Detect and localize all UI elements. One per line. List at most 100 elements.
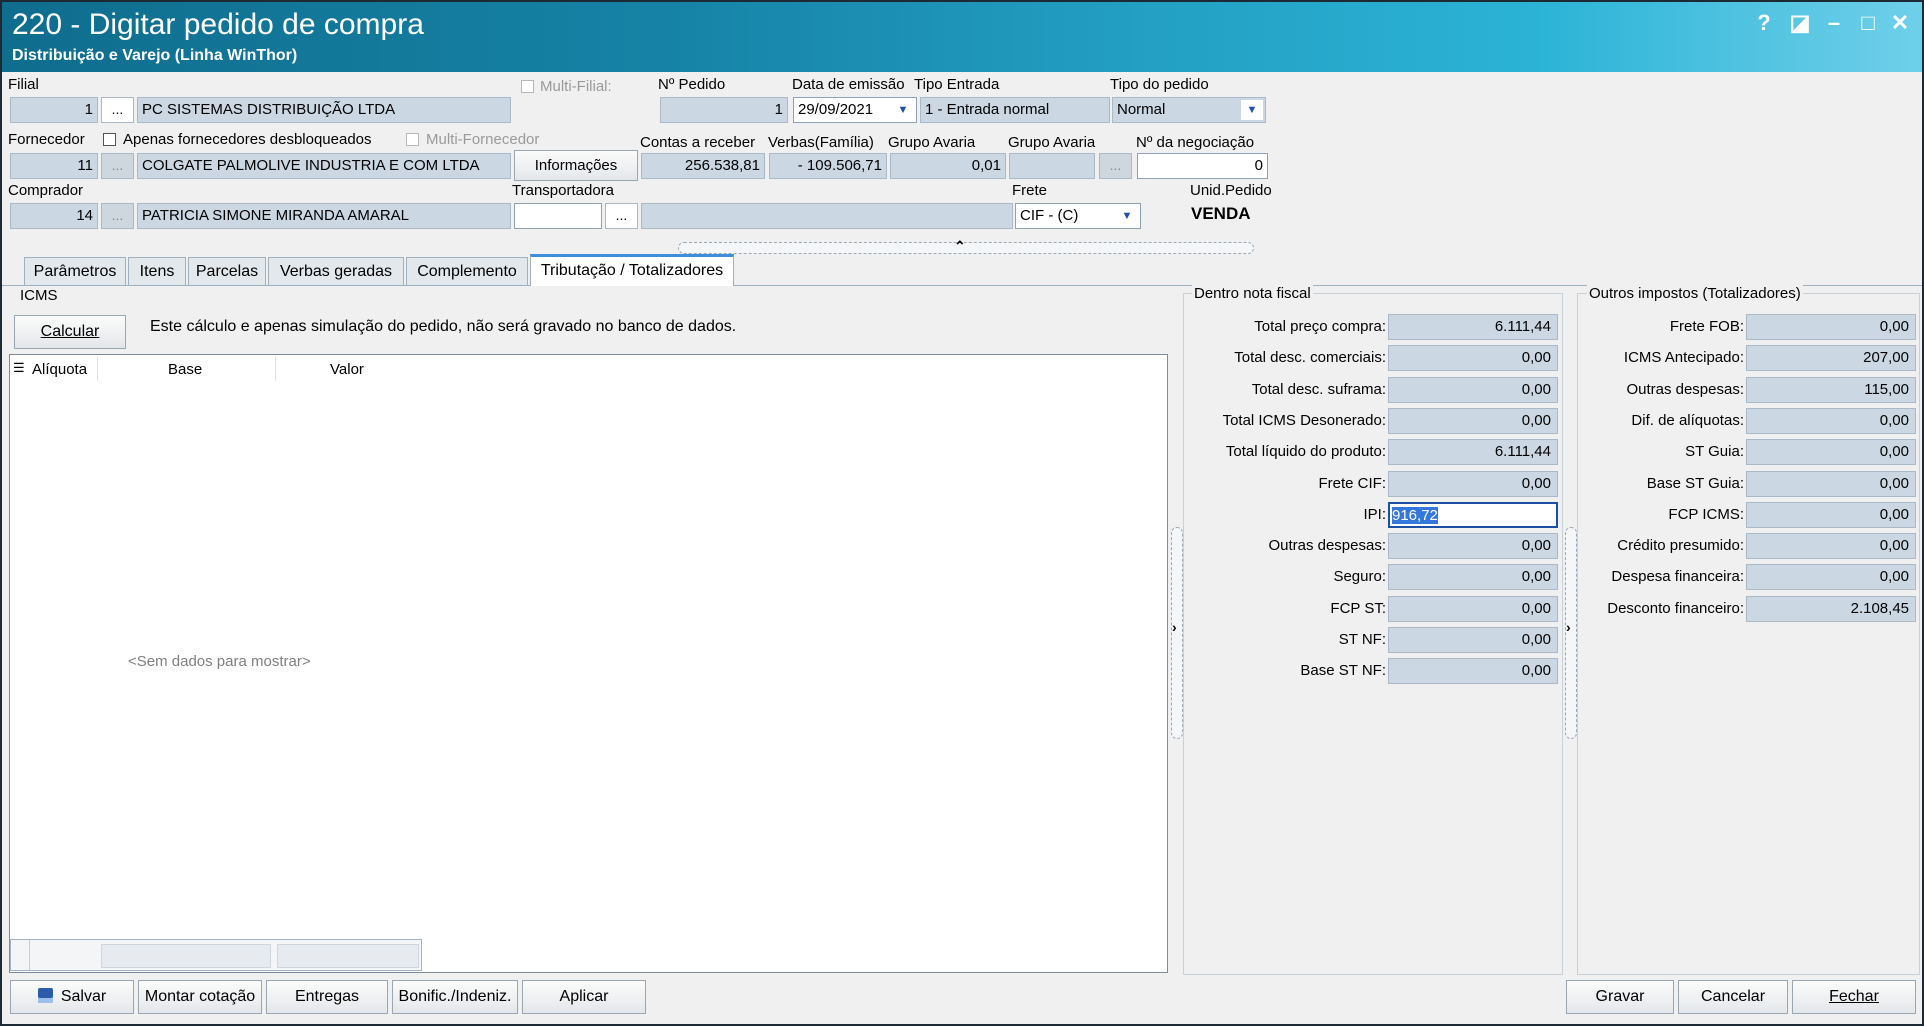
tipo-pedido-select[interactable]: Normal ▼: [1112, 97, 1266, 123]
help-icon[interactable]: ?: [1750, 10, 1778, 36]
multi-filial-label: Multi-Filial:: [540, 78, 612, 95]
dentro-nota-row-value[interactable]: 0,00: [1388, 533, 1558, 560]
outros-impostos-row-value[interactable]: 0,00: [1746, 407, 1916, 434]
restore-panel-icon[interactable]: ◪: [1786, 10, 1814, 36]
transportadora-code-field[interactable]: [514, 203, 602, 229]
tab-parcelas[interactable]: Parcelas: [188, 257, 266, 285]
dentro-nota-row: Total desc. comerciais: 0,00: [1184, 345, 1558, 372]
dentro-nota-row-value[interactable]: 0,00: [1388, 564, 1558, 591]
dentro-nota-row-value[interactable]: 0,00: [1388, 595, 1558, 622]
chevron-down-icon[interactable]: ▼: [892, 100, 914, 120]
tab-complemento[interactable]: Complemento: [406, 257, 528, 285]
outros-impostos-row-value[interactable]: 0,00: [1746, 564, 1916, 591]
frete-select[interactable]: CIF - (C) ▼: [1015, 203, 1141, 229]
outros-impostos-row-value[interactable]: 0,00: [1746, 314, 1916, 340]
negociacao-field[interactable]: 0: [1137, 153, 1268, 179]
montar-cotacao-button[interactable]: Montar cotação: [138, 980, 262, 1014]
window-subtitle: Distribuição e Varejo (Linha WinThor): [12, 47, 298, 64]
column-aliquota[interactable]: Alíquota: [32, 361, 87, 378]
tab-tributacao-totalizadores[interactable]: Tributação / Totalizadores: [530, 254, 734, 286]
dentro-nota-row: ST NF: 0,00: [1184, 627, 1558, 653]
comprador-code-field[interactable]: 14: [10, 203, 98, 229]
maximize-icon[interactable]: □: [1854, 10, 1882, 36]
outros-impostos-row: ICMS Antecipado: 207,00: [1578, 345, 1916, 372]
dentro-nota-row-value[interactable]: 0,00: [1388, 658, 1558, 685]
dentro-nota-row-label: Total desc. comerciais:: [1234, 349, 1386, 367]
tab-verbas-geradas[interactable]: Verbas geradas: [268, 257, 404, 285]
tipo-entrada-label: Tipo Entrada: [914, 76, 1000, 93]
data-emissao-field[interactable]: 29/09/2021 ▼: [793, 97, 917, 123]
dentro-nota-row-value[interactable]: 0,00: [1388, 376, 1558, 403]
outros-impostos-row-value[interactable]: 0,00: [1746, 439, 1916, 466]
unid-pedido-label: Unid.Pedido: [1190, 182, 1272, 199]
dentro-nota-row: IPI: 916,72: [1184, 501, 1558, 528]
dentro-nota-row-value-selection: 916,72: [1392, 506, 1438, 524]
outros-impostos-row-label: Desconto financeiro:: [1607, 599, 1744, 617]
dentro-nota-row-value[interactable]: 0,00: [1388, 627, 1558, 653]
multi-filial-checkbox[interactable]: [521, 80, 534, 93]
apenas-desbloqueados-label: Apenas fornecedores desbloqueados: [123, 131, 372, 148]
chevron-right-icon[interactable]: ›: [1566, 619, 1571, 635]
outros-impostos-row-label: ICMS Antecipado:: [1623, 349, 1744, 367]
chevron-down-icon[interactable]: ▼: [1241, 100, 1263, 120]
dentro-nota-row: Total ICMS Desonerado: 0,00: [1184, 407, 1558, 434]
dentro-nota-row: Total desc. suframa: 0,00: [1184, 376, 1558, 403]
transportadora-lookup-button[interactable]: ...: [605, 203, 638, 229]
fornecedor-name-field: COLGATE PALMOLIVE INDUSTRIA E COM LTDA: [137, 153, 511, 179]
icms-grid[interactable]: ☰ Alíquota Base Valor <Sem dados para mo…: [9, 354, 1168, 973]
outros-impostos-row: FCP ICMS: 0,00: [1578, 501, 1916, 528]
bonific-indeniz-button[interactable]: Bonific./Indeniz.: [392, 980, 518, 1014]
fornecedor-lookup-button[interactable]: ...: [101, 153, 134, 179]
informacoes-button[interactable]: Informações: [514, 150, 638, 181]
grupo-avaria-lookup-button[interactable]: ...: [1099, 153, 1132, 179]
chevron-right-icon[interactable]: ›: [1172, 619, 1177, 635]
tab-itens[interactable]: Itens: [128, 257, 186, 285]
tipo-entrada-field[interactable]: 1 - Entrada normal: [920, 97, 1110, 123]
fornecedor-code-field[interactable]: 11: [10, 153, 98, 179]
cancelar-button[interactable]: Cancelar: [1678, 980, 1788, 1014]
multi-fornecedor-checkbox[interactable]: [406, 133, 419, 146]
dentro-nota-row-label: Base ST NF:: [1300, 662, 1386, 680]
entregas-button[interactable]: Entregas: [266, 980, 388, 1014]
outros-impostos-row-value[interactable]: 0,00: [1746, 501, 1916, 528]
icms-notice: Este cálculo e apenas simulação do pedid…: [150, 318, 737, 335]
dentro-nota-row-label: FCP ST:: [1330, 599, 1386, 617]
minimize-icon[interactable]: –: [1820, 10, 1848, 36]
chevron-up-icon[interactable]: ⌃: [954, 238, 966, 255]
outros-impostos-row-value[interactable]: 207,00: [1746, 345, 1916, 372]
grupo-avaria2-field: [1009, 153, 1095, 179]
close-icon[interactable]: ✕: [1886, 10, 1914, 36]
filial-lookup-button[interactable]: ...: [101, 97, 134, 123]
outros-impostos-row-label: Crédito presumido:: [1617, 537, 1744, 555]
outros-impostos-row-value[interactable]: 115,00: [1746, 376, 1916, 403]
comprador-lookup-button[interactable]: ...: [101, 203, 134, 229]
dentro-nota-row: FCP ST: 0,00: [1184, 595, 1558, 622]
calcular-button[interactable]: Calcular: [14, 315, 126, 349]
salvar-button[interactable]: Salvar: [10, 980, 134, 1014]
column-chooser-icon[interactable]: ☰: [13, 360, 25, 376]
column-base[interactable]: Base: [168, 361, 202, 378]
gravar-button[interactable]: Gravar: [1566, 980, 1674, 1014]
nro-pedido-field: 1: [660, 97, 788, 123]
dentro-nota-row-value[interactable]: 6.111,44: [1388, 314, 1558, 340]
column-valor[interactable]: Valor: [330, 361, 364, 378]
outros-impostos-row-label: Base ST Guia:: [1646, 474, 1744, 492]
chevron-down-icon[interactable]: ▼: [1116, 206, 1138, 226]
dentro-nota-row-value[interactable]: 0,00: [1388, 345, 1558, 372]
outros-impostos-row-value[interactable]: 2.108,45: [1746, 595, 1916, 622]
header-collapse-bar[interactable]: [678, 242, 1254, 254]
dentro-nota-row: Outras despesas: 0,00: [1184, 533, 1558, 560]
aplicar-button[interactable]: Aplicar: [522, 980, 646, 1014]
dentro-nota-row-value[interactable]: 0,00: [1388, 407, 1558, 434]
apenas-desbloqueados-checkbox[interactable]: [103, 133, 116, 146]
dentro-nota-row-value[interactable]: 916,72: [1388, 501, 1558, 528]
data-emissao-value: 29/09/2021: [798, 101, 874, 118]
outros-impostos-row-value[interactable]: 0,00: [1746, 470, 1916, 497]
tab-parametros[interactable]: Parâmetros: [24, 257, 126, 285]
fechar-button[interactable]: Fechar: [1792, 980, 1916, 1014]
outros-impostos-row-value[interactable]: 0,00: [1746, 533, 1916, 560]
dentro-nota-row-value[interactable]: 0,00: [1388, 470, 1558, 497]
outros-impostos-row-label: Despesa financeira:: [1611, 568, 1744, 586]
filial-code-field[interactable]: 1: [10, 97, 98, 123]
dentro-nota-row-value[interactable]: 6.111,44: [1388, 439, 1558, 466]
